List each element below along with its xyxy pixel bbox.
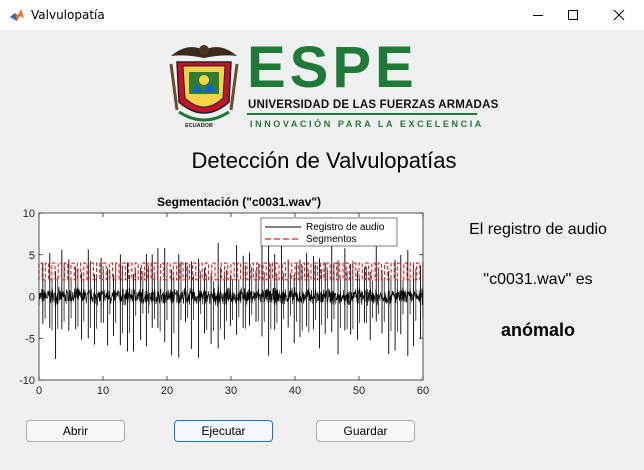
x-tick-label-5: 50 (353, 385, 365, 397)
chart-title: Segmentación ("c0031.wav") (157, 195, 321, 209)
maximize-icon (568, 10, 578, 20)
close-button[interactable] (596, 0, 642, 30)
result-text-filename: "c0031.wav" es (483, 271, 593, 288)
y-tick-label-4: 10 (23, 208, 35, 220)
close-icon (613, 9, 625, 21)
page-title: Detección de Valvulopatías (191, 148, 457, 173)
legend-label-audio: Registro de audio (306, 222, 385, 233)
run-button[interactable]: Ejecutar (174, 420, 273, 442)
title-bar: Valvulopatía (0, 0, 644, 30)
x-tick-label-2: 20 (161, 385, 173, 397)
logo-university-name: UNIVERSIDAD DE LAS FUERZAS ARMADAS (248, 99, 499, 111)
x-tick-label-3: 30 (225, 385, 237, 397)
segmentation-chart[interactable]: Segmentación ("c0031.wav") 0 10 20 30 40 50 60-… (10, 190, 440, 405)
logo-wordmark: ESPE (247, 35, 418, 100)
espe-seal-icon (169, 45, 239, 122)
x-tick-label-0: 0 (36, 385, 42, 397)
seal-caption: ECUADOR (185, 123, 213, 129)
y-tick-label-2: 0 (29, 292, 35, 304)
open-button[interactable]: Abrir (26, 420, 125, 442)
logo-divider (247, 113, 477, 115)
save-button[interactable]: Guardar (316, 420, 415, 442)
logo-slogan: INNOVACIÓN PARA LA EXCELENCIA (250, 119, 484, 129)
y-tick-label-1: -5 (25, 333, 35, 345)
x-tick-label-4: 40 (289, 385, 301, 397)
minimize-icon (533, 15, 543, 16)
legend-label-segments: Segmentos (306, 234, 357, 245)
maximize-button[interactable] (550, 0, 596, 30)
y-tick-label-0: -10 (19, 375, 35, 387)
y-tick-label-3: 5 (29, 250, 35, 262)
result-text-line1: El registro de audio (469, 221, 607, 238)
espe-logo: ECUADOR ESPE UNIVERSIDAD DE LAS FUERZAS … (163, 35, 498, 134)
window-title: Valvulopatía (31, 8, 105, 22)
x-tick-label-1: 10 (97, 385, 109, 397)
result-verdict: anómalo (500, 320, 575, 340)
chart-svg: Segmentación ("c0031.wav")0 10 20 30 40 50 60-… (19, 195, 429, 397)
matlab-icon (10, 9, 24, 21)
x-tick-label-6: 60 (417, 385, 429, 397)
